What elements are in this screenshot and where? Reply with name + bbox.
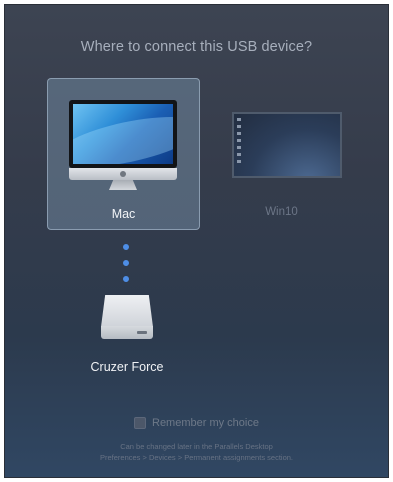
target-win10-option[interactable]: Win10 <box>206 78 357 228</box>
usb-connect-dialog: Where to connect this USB device? Mac Wi… <box>5 5 388 477</box>
desktop-shortcut-icon <box>237 118 241 121</box>
imac-chin <box>69 168 177 180</box>
connector-dot <box>123 276 129 282</box>
hint-line-1: Can be changed later in the Parallels De… <box>120 442 273 451</box>
imac-screen <box>73 104 173 164</box>
hint-line-2: Preferences > Devices > Permanent assign… <box>99 453 293 462</box>
imac-frame <box>69 100 177 168</box>
desktop-shortcut-icon <box>237 153 241 156</box>
windows-wallpaper <box>234 114 340 176</box>
device-name: Cruzer Force <box>90 360 164 374</box>
target-mac-label: Mac <box>111 207 136 221</box>
connector-dot <box>123 244 129 250</box>
imac-stand <box>109 180 137 190</box>
connector-dot <box>123 260 129 266</box>
target-mac-option[interactable]: Mac <box>47 78 200 230</box>
drive-indicator <box>137 331 147 334</box>
remember-choice-label: Remember my choice <box>152 417 259 430</box>
desktop-shortcut-icon <box>237 160 241 163</box>
remember-checkbox[interactable] <box>134 417 146 430</box>
apple-logo-icon <box>120 171 126 177</box>
imac-icon <box>69 100 177 192</box>
hint-text: Can be changed later in the Parallels De… <box>5 441 388 463</box>
desktop-shortcut-icon <box>237 125 241 128</box>
wallpaper-wave <box>73 106 173 164</box>
desktop-shortcut-icon <box>237 146 241 149</box>
windows-vm-thumbnail <box>232 112 342 178</box>
drive-body <box>101 295 153 327</box>
desktop-shortcut-icon <box>237 132 241 135</box>
remember-choice-row[interactable]: Remember my choice <box>5 417 388 430</box>
usb-drive-icon <box>97 295 157 341</box>
dialog-title: Where to connect this USB device? <box>80 39 313 55</box>
target-win10-label: Win10 <box>265 206 298 218</box>
desktop-shortcut-icon <box>237 139 241 142</box>
